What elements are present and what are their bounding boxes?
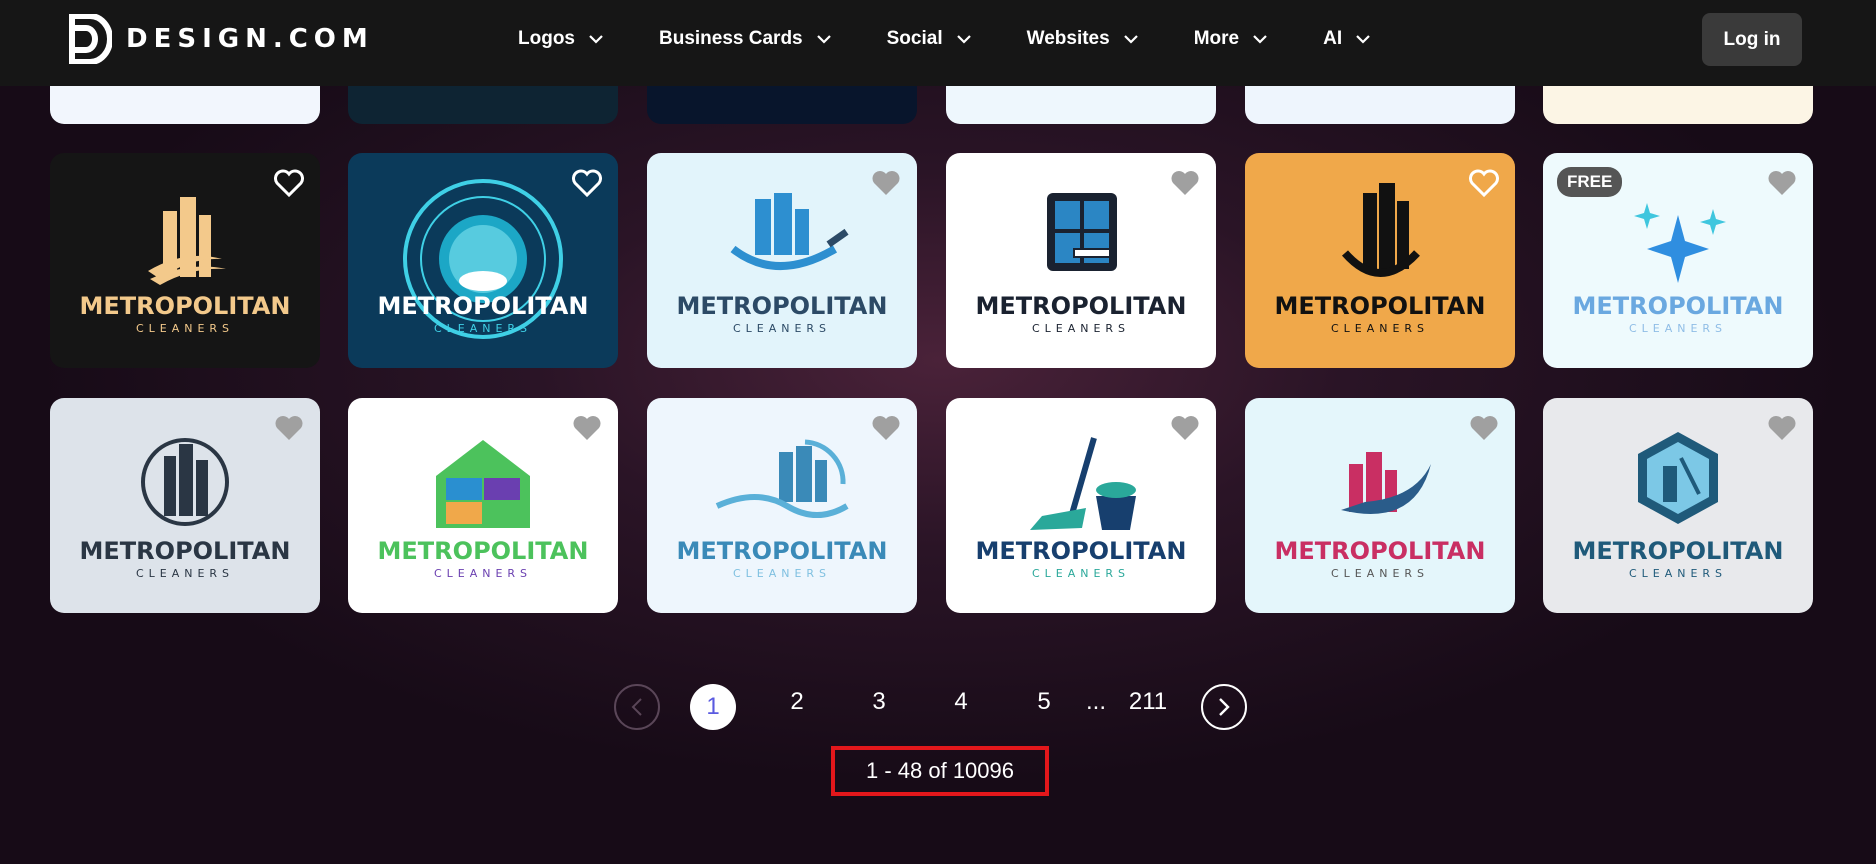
nav-business-cards-label: Business Cards	[659, 28, 803, 49]
nav-websites-label: Websites	[1026, 28, 1110, 49]
chevron-down-icon	[1123, 34, 1138, 44]
nav-more[interactable]: More	[1194, 28, 1267, 50]
chevron-right-icon	[1219, 698, 1230, 716]
login-button[interactable]: Log in	[1702, 13, 1802, 66]
pagination-ellipsis: ...	[1085, 688, 1106, 715]
favorite-heart-icon[interactable]	[1469, 169, 1499, 197]
free-badge: FREE	[1557, 167, 1623, 197]
logo-title: METROPOLITAN	[677, 537, 888, 565]
logo-title: METROPOLITAN	[976, 537, 1187, 565]
logo-card[interactable]: METROPOLITAN CLEANERS FREE	[1543, 153, 1813, 368]
logo-title: METROPOLITAN	[1275, 537, 1486, 565]
nav-logos-label: Logos	[518, 28, 575, 49]
favorite-heart-icon[interactable]	[572, 414, 602, 442]
design-logo-icon	[69, 14, 112, 64]
results-summary: 1 - 48 of 10096	[831, 746, 1049, 796]
next-page-button[interactable]	[1201, 684, 1247, 730]
nav-ai-label: AI	[1323, 28, 1343, 49]
logo-card[interactable]: METROPOLITAN CLEANERS	[50, 398, 320, 613]
logo-card[interactable]: METROPOLITAN CLEANERS	[1245, 153, 1515, 368]
logo-card[interactable]: METROPOLITAN CLEANERS	[1543, 398, 1813, 613]
logo-title: METROPOLITAN	[80, 537, 291, 565]
logo-subtitle: CLEANERS	[434, 567, 532, 580]
favorite-heart-icon[interactable]	[274, 169, 304, 197]
favorite-heart-icon[interactable]	[871, 414, 901, 442]
logo-card[interactable]: METROPOLITAN CLEANERS	[348, 398, 618, 613]
logo-card[interactable]: METROPOLITAN CLEANERS	[946, 153, 1216, 368]
favorite-heart-icon[interactable]	[274, 414, 304, 442]
chevron-down-icon	[956, 34, 971, 44]
favorite-heart-icon[interactable]	[1469, 414, 1499, 442]
page-1-button[interactable]: 1	[690, 684, 736, 730]
favorite-heart-icon[interactable]	[1170, 414, 1200, 442]
favorite-heart-icon[interactable]	[1767, 169, 1797, 197]
logo-subtitle: CLEANERS	[733, 322, 831, 335]
top-navigation-bar: DESIGN.COM Logos Business Cards Social W…	[0, 0, 1876, 86]
logo-subtitle: CLEANERS	[1629, 567, 1727, 580]
logo-subtitle: CLEANERS	[1629, 322, 1727, 335]
chevron-down-icon	[1356, 34, 1370, 44]
nav-social-label: Social	[886, 28, 943, 49]
logo-title: METROPOLITAN	[378, 537, 589, 565]
nav-social[interactable]: Social	[887, 28, 971, 50]
nav-business-cards[interactable]: Business Cards	[659, 28, 831, 50]
logo-subtitle: CLEANERS	[733, 567, 831, 580]
page-2-button[interactable]: 2	[777, 688, 817, 716]
nav-logos[interactable]: Logos	[518, 28, 603, 50]
logo-subtitle: CLEANERS	[136, 322, 234, 335]
logo-subtitle: CLEANERS	[1331, 322, 1429, 335]
nav-more-label: More	[1193, 28, 1240, 49]
favorite-heart-icon[interactable]	[1170, 169, 1200, 197]
logo-card[interactable]: METROPOLITAN CLEANERS	[946, 398, 1216, 613]
logo-title: METROPOLITAN	[1573, 292, 1784, 320]
logo-title: METROPOLITAN	[80, 292, 291, 320]
logo-card[interactable]: METROPOLITAN CLEANERS	[1245, 398, 1515, 613]
chevron-down-icon	[816, 34, 831, 44]
logo-title: METROPOLITAN	[1275, 292, 1486, 320]
logo-card[interactable]: METROPOLITAN CLEANERS	[647, 153, 917, 368]
favorite-heart-icon[interactable]	[572, 169, 602, 197]
chevron-down-icon	[589, 34, 603, 44]
chevron-down-icon	[1253, 34, 1267, 44]
logo-title: METROPOLITAN	[677, 292, 888, 320]
page-last-button[interactable]: 211	[1128, 688, 1168, 716]
logo-subtitle: CLEANERS	[434, 322, 532, 335]
logo-card[interactable]: METROPOLITAN CLEANERS	[50, 153, 320, 368]
chevron-left-icon	[631, 698, 642, 716]
brand-name: DESIGN.COM	[126, 24, 374, 54]
main-nav: Logos Business Cards Social Websites Mor…	[518, 0, 1370, 78]
logo-title: METROPOLITAN	[378, 292, 589, 320]
logo-title: METROPOLITAN	[976, 292, 1187, 320]
nav-ai[interactable]: AI	[1323, 28, 1370, 50]
favorite-heart-icon[interactable]	[1767, 414, 1797, 442]
favorite-heart-icon[interactable]	[871, 169, 901, 197]
page-3-button[interactable]: 3	[859, 688, 899, 716]
logo-subtitle: CLEANERS	[1032, 567, 1130, 580]
prev-page-button[interactable]	[614, 684, 660, 730]
logo-subtitle: CLEANERS	[136, 567, 234, 580]
nav-websites[interactable]: Websites	[1027, 28, 1138, 50]
page-5-button[interactable]: 5	[1024, 688, 1064, 716]
logo-subtitle: CLEANERS	[1032, 322, 1130, 335]
page-4-button[interactable]: 4	[941, 688, 981, 716]
logo-card[interactable]: METROPOLITAN CLEANERS	[348, 153, 618, 368]
logo-card[interactable]: METROPOLITAN CLEANERS	[647, 398, 917, 613]
logo-title: METROPOLITAN	[1573, 537, 1784, 565]
logo-subtitle: CLEANERS	[1331, 567, 1429, 580]
brand-logo[interactable]: DESIGN.COM	[68, 14, 374, 64]
